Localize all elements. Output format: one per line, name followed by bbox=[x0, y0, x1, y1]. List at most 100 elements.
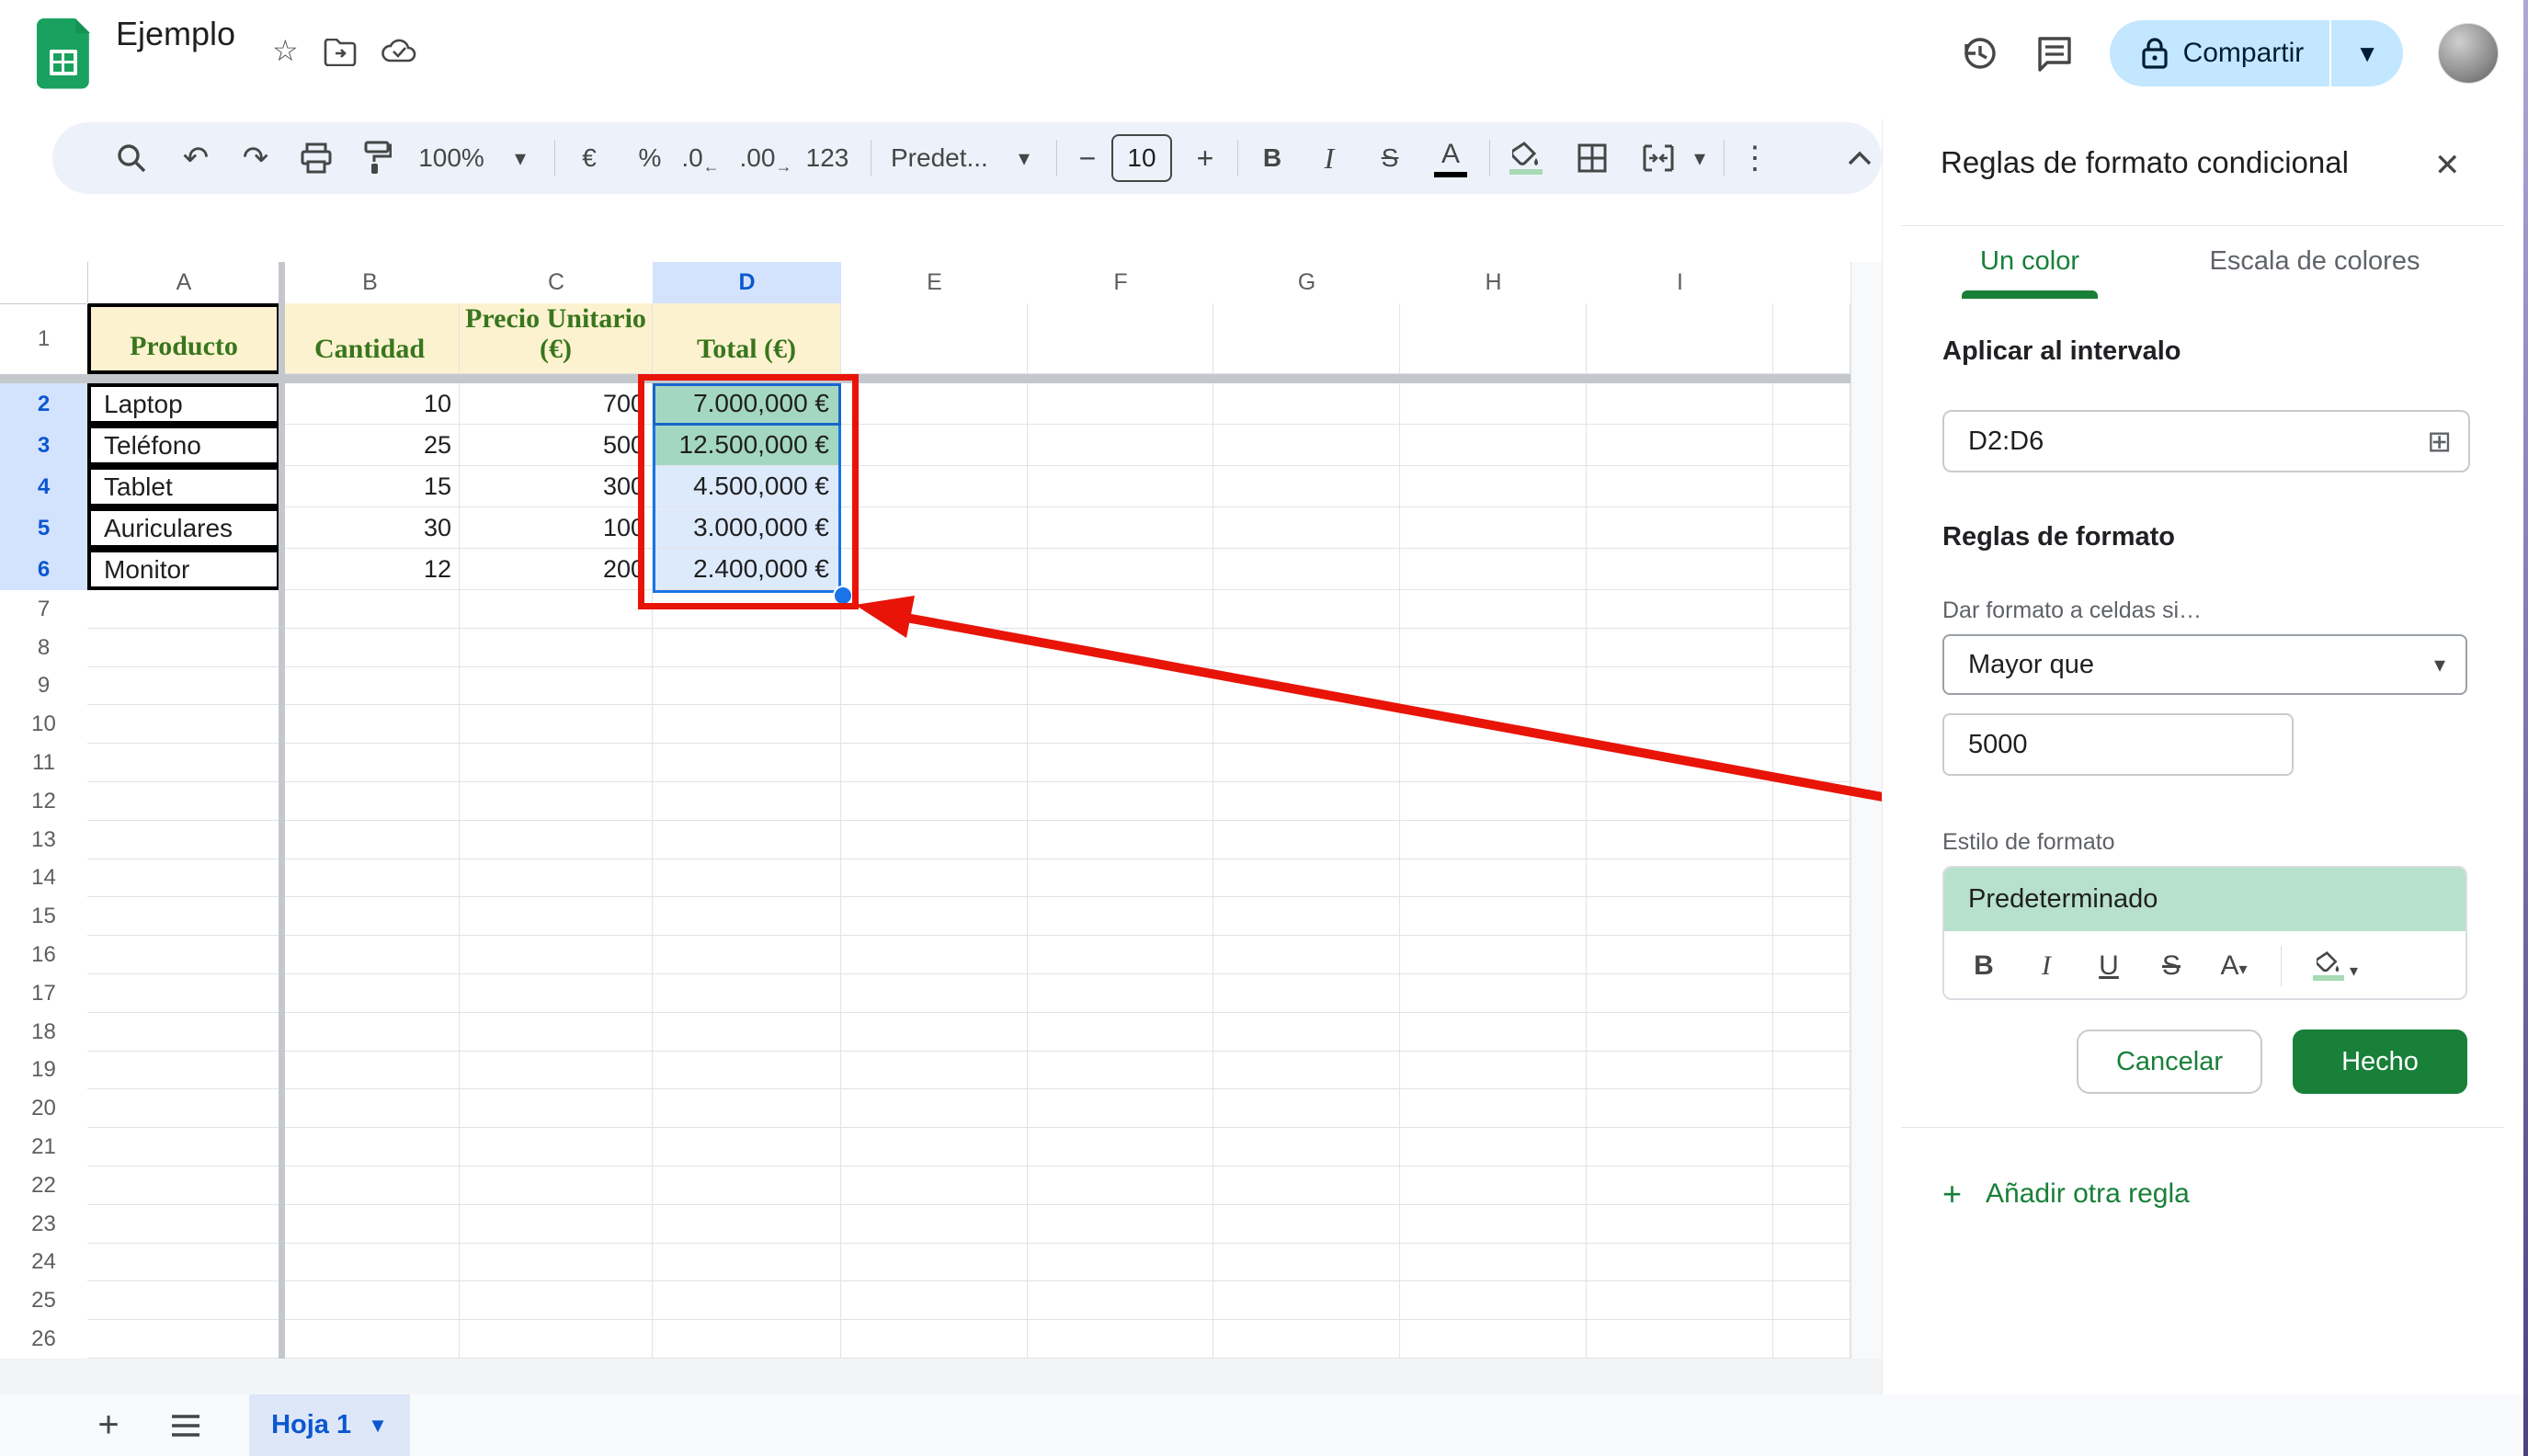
cell-empty[interactable] bbox=[460, 782, 653, 821]
cell-empty[interactable] bbox=[280, 590, 460, 629]
threshold-input[interactable]: 5000 bbox=[1942, 713, 2294, 776]
cell-total[interactable]: 12.500,000 € bbox=[653, 425, 841, 466]
cell-empty[interactable] bbox=[841, 425, 1028, 466]
row-header-10[interactable]: 10 bbox=[0, 705, 88, 745]
cell-empty[interactable] bbox=[1028, 1013, 1213, 1052]
cell-empty[interactable] bbox=[1587, 936, 1773, 974]
cell-empty[interactable] bbox=[460, 744, 653, 782]
cell-total[interactable]: 2.400,000 € bbox=[653, 549, 841, 590]
cell-empty[interactable] bbox=[1028, 1128, 1213, 1166]
paint-format-icon[interactable] bbox=[354, 122, 398, 194]
borders-button[interactable] bbox=[1569, 122, 1615, 194]
cell-empty[interactable] bbox=[460, 667, 653, 706]
cell-producto-Monitor[interactable]: Monitor bbox=[87, 549, 280, 590]
cell-empty[interactable] bbox=[841, 705, 1028, 744]
fill-color-button[interactable] bbox=[1503, 122, 1549, 194]
cell-empty[interactable] bbox=[1773, 974, 1850, 1013]
cell-empty[interactable] bbox=[653, 1013, 841, 1052]
cell-empty[interactable] bbox=[1028, 1089, 1213, 1128]
cell-empty[interactable] bbox=[460, 1205, 653, 1244]
cell-empty[interactable] bbox=[653, 782, 841, 821]
cell-empty[interactable] bbox=[1400, 549, 1587, 590]
cell-cantidad[interactable]: 12 bbox=[280, 549, 460, 590]
cell-empty[interactable] bbox=[1213, 1166, 1400, 1205]
cell-empty[interactable] bbox=[460, 1166, 653, 1205]
cell-empty[interactable] bbox=[1773, 303, 1850, 374]
cell-empty[interactable] bbox=[1400, 466, 1587, 507]
row-header-14[interactable]: 14 bbox=[0, 859, 88, 899]
cell-empty[interactable] bbox=[1028, 1281, 1213, 1320]
cell-empty[interactable] bbox=[1773, 1205, 1850, 1244]
cell-empty[interactable] bbox=[1587, 667, 1773, 706]
cell-empty[interactable] bbox=[1400, 859, 1587, 898]
cell-empty[interactable] bbox=[1400, 667, 1587, 706]
font-caret-icon[interactable]: ▾ bbox=[1010, 122, 1038, 194]
column-header-A[interactable]: A bbox=[87, 262, 281, 304]
row-header-25[interactable]: 25 bbox=[0, 1281, 88, 1321]
cell-empty[interactable] bbox=[653, 1052, 841, 1090]
cell-empty[interactable] bbox=[1400, 936, 1587, 974]
cell-empty[interactable] bbox=[460, 821, 653, 859]
row-header-11[interactable]: 11 bbox=[0, 744, 88, 783]
cell-empty[interactable] bbox=[1587, 549, 1773, 590]
cell-empty[interactable] bbox=[1400, 1089, 1587, 1128]
cell-empty[interactable] bbox=[280, 859, 460, 898]
cell-empty[interactable] bbox=[841, 466, 1028, 507]
cell-empty[interactable] bbox=[1213, 1052, 1400, 1090]
cell-empty[interactable] bbox=[1400, 425, 1587, 466]
cell-empty[interactable] bbox=[1028, 466, 1213, 507]
cell-empty[interactable] bbox=[460, 897, 653, 936]
cell-empty[interactable] bbox=[1400, 1205, 1587, 1244]
row-header-4[interactable]: 4 bbox=[0, 466, 88, 508]
cell-empty[interactable] bbox=[460, 1320, 653, 1359]
cloud-saved-icon[interactable] bbox=[381, 37, 417, 66]
cell-empty[interactable] bbox=[1400, 821, 1587, 859]
grid-corner[interactable] bbox=[0, 262, 88, 304]
cell-empty[interactable] bbox=[460, 1089, 653, 1128]
cell-empty[interactable] bbox=[1587, 1281, 1773, 1320]
cell-empty[interactable] bbox=[1400, 1166, 1587, 1205]
share-button-main[interactable]: Compartir bbox=[2110, 37, 2330, 70]
cell-empty[interactable] bbox=[1587, 507, 1773, 549]
italic-button[interactable]: I bbox=[1309, 122, 1349, 194]
cell-empty[interactable] bbox=[1213, 1013, 1400, 1052]
cell-empty[interactable] bbox=[460, 705, 653, 744]
collapse-toolbar-icon[interactable] bbox=[1839, 122, 1880, 194]
cell-empty[interactable] bbox=[1773, 629, 1850, 667]
tab-single-color[interactable]: Un color bbox=[1947, 246, 2112, 277]
cell-empty[interactable] bbox=[653, 705, 841, 744]
cell-precio[interactable]: 100 bbox=[460, 507, 653, 549]
cell-empty[interactable] bbox=[1028, 1244, 1213, 1282]
row-header-24[interactable]: 24 bbox=[0, 1244, 88, 1283]
cell-cantidad[interactable]: 25 bbox=[280, 425, 460, 466]
column-header-E[interactable]: E bbox=[841, 262, 1029, 304]
cell-empty[interactable] bbox=[1028, 303, 1213, 374]
cell-empty[interactable] bbox=[1213, 549, 1400, 590]
decrease-decimals-button[interactable]: .0← bbox=[678, 122, 723, 194]
cell-empty[interactable] bbox=[1213, 667, 1400, 706]
cell-empty[interactable] bbox=[1213, 1244, 1400, 1282]
cell-empty[interactable] bbox=[87, 1166, 280, 1205]
cell-empty[interactable] bbox=[653, 744, 841, 782]
cell-empty[interactable] bbox=[841, 1166, 1028, 1205]
cell-empty[interactable] bbox=[1773, 1013, 1850, 1052]
column-header-H[interactable]: H bbox=[1400, 262, 1588, 304]
sheet-tab-hoja1[interactable]: Hoja 1 ▼ bbox=[249, 1394, 410, 1456]
cell-producto-Tablet[interactable]: Tablet bbox=[87, 466, 280, 507]
zoom-caret-icon[interactable]: ▾ bbox=[507, 122, 534, 194]
cell-empty[interactable] bbox=[280, 705, 460, 744]
cell-empty[interactable] bbox=[1773, 1128, 1850, 1166]
row-header-6[interactable]: 6 bbox=[0, 549, 88, 591]
increase-decimals-button[interactable]: .00→ bbox=[740, 122, 791, 194]
row-header-19[interactable]: 19 bbox=[0, 1052, 88, 1091]
row-header-21[interactable]: 21 bbox=[0, 1128, 88, 1167]
row-header-22[interactable]: 22 bbox=[0, 1166, 88, 1206]
cell-empty[interactable] bbox=[1587, 782, 1773, 821]
cell-empty[interactable] bbox=[1213, 629, 1400, 667]
cell-empty[interactable] bbox=[653, 1128, 841, 1166]
cell-empty[interactable] bbox=[841, 1205, 1028, 1244]
cell-empty[interactable] bbox=[1587, 897, 1773, 936]
font-select[interactable]: Predet... bbox=[891, 122, 992, 194]
cell-empty[interactable] bbox=[1773, 936, 1850, 974]
column-header-B[interactable]: B bbox=[280, 262, 461, 304]
